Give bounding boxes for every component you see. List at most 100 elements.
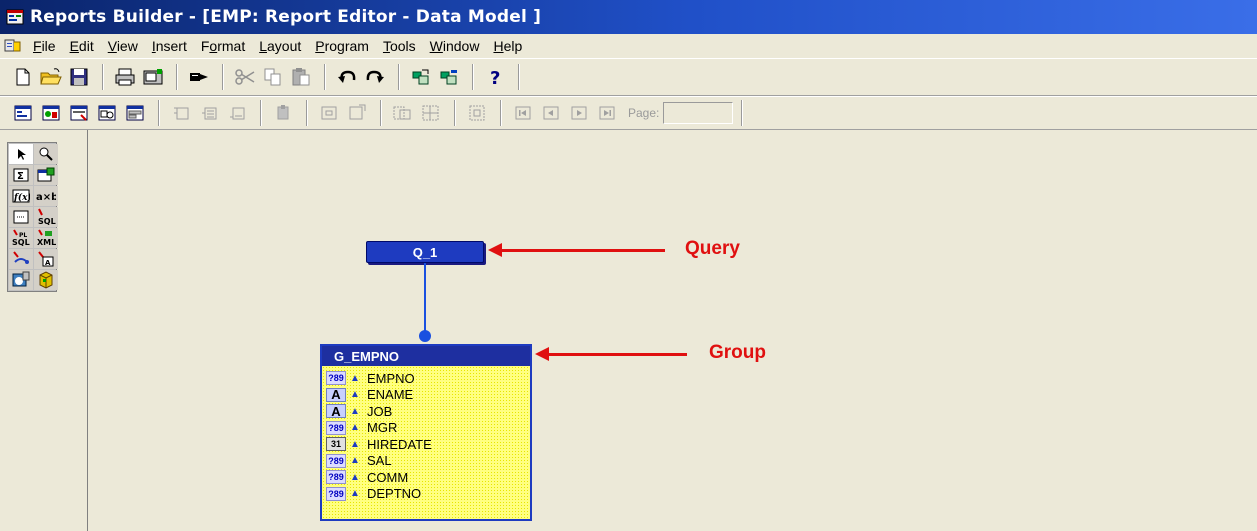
data-source-tool[interactable] <box>9 270 33 290</box>
page-setup-button[interactable] <box>140 64 166 90</box>
column-up-arrow-icon: ▲ <box>350 438 360 450</box>
run-report-button[interactable] <box>186 64 212 90</box>
character-type-icon: A <box>326 387 346 402</box>
query-name: Q_1 <box>412 244 438 260</box>
paper-layout-icon <box>70 105 88 121</box>
page-label: Page: <box>628 106 660 120</box>
undo-button[interactable] <box>334 64 360 90</box>
data-model-button[interactable] <box>38 100 64 126</box>
align-center-button[interactable] <box>196 100 222 126</box>
page-setup-icon <box>143 69 163 85</box>
group-select-button[interactable] <box>464 100 490 126</box>
select-arrow-icon <box>18 149 26 160</box>
insert-grid-button[interactable] <box>418 100 444 126</box>
toolbar-separator <box>454 100 456 126</box>
menu-layout[interactable]: Layout <box>252 38 308 54</box>
menu-tools[interactable]: Tools <box>376 38 423 54</box>
group-column[interactable]: ?89 ▲ EMPNO <box>322 370 530 387</box>
copy-button[interactable] <box>260 64 286 90</box>
cut-button[interactable] <box>232 64 258 90</box>
summary-column-tool[interactable]: Σ <box>9 165 33 185</box>
group-column[interactable]: ?89 ▲ DEPTNO <box>322 486 530 503</box>
magnify-tool[interactable] <box>34 144 58 164</box>
reports-builder-app-icon[interactable] <box>6 8 24 26</box>
printer-icon <box>115 68 135 86</box>
menu-edit[interactable]: Edit <box>63 38 101 54</box>
insert-repeating-frame-button[interactable] <box>344 100 370 126</box>
next-page-button[interactable] <box>566 100 592 126</box>
group-column[interactable]: A ▲ JOB <box>322 403 530 420</box>
query-group-link-anchor[interactable] <box>419 330 431 342</box>
insert-frame-button[interactable] <box>316 100 342 126</box>
toolbar-separator <box>260 100 262 126</box>
redo-icon <box>366 70 384 83</box>
magnify-icon <box>39 147 53 161</box>
menu-format-label: rmat <box>217 38 246 54</box>
insert-field-button[interactable] <box>270 100 296 126</box>
sql-query-tool[interactable]: SQL <box>34 207 58 227</box>
group-header[interactable]: G_EMPNO <box>322 346 530 366</box>
object-navigator-button[interactable] <box>10 100 36 126</box>
database-tool[interactable] <box>34 270 58 290</box>
ref-cursor-tool[interactable]: A <box>34 249 58 269</box>
insert-field-icon <box>277 105 289 120</box>
paper-design-button[interactable] <box>94 100 120 126</box>
new-button[interactable] <box>10 64 36 90</box>
tool-palette: Σ f(x) a×b SQL PL SQL XML A <box>0 130 88 531</box>
save-button[interactable] <box>66 64 92 90</box>
data-link-tool[interactable] <box>9 207 33 227</box>
group-column[interactable]: 31 ▲ HIREDATE <box>322 436 530 453</box>
menu-edit-label: dit <box>78 38 94 54</box>
select-tool[interactable] <box>9 144 33 164</box>
group-column[interactable]: ?89 ▲ COMM <box>322 469 530 486</box>
menu-help[interactable]: Help <box>486 38 529 54</box>
page-number-input[interactable] <box>663 102 734 124</box>
previous-page-button[interactable] <box>538 100 564 126</box>
svg-text:XML: XML <box>37 238 56 247</box>
character-type-icon: A <box>326 404 346 419</box>
menu-insert[interactable]: Insert <box>145 38 194 54</box>
function-tool[interactable]: f(x) <box>9 186 33 206</box>
group-column[interactable]: ?89 ▲ SAL <box>322 453 530 470</box>
data-model-icon <box>42 105 60 121</box>
title-bar[interactable]: Reports Builder - [EMP: Report Editor - … <box>0 0 1257 34</box>
number-type-icon: ?89 <box>326 486 346 501</box>
group-column[interactable]: A ▲ ENAME <box>322 387 530 404</box>
cross-product-tool[interactable] <box>9 249 33 269</box>
column-name: ENAME <box>367 387 414 403</box>
formula-column-tool[interactable] <box>34 165 58 185</box>
help-button[interactable]: ? <box>482 64 508 90</box>
parameter-form-button[interactable] <box>122 100 148 126</box>
compile-button[interactable] <box>408 64 434 90</box>
placeholder-column-tool[interactable]: a×b <box>34 186 58 206</box>
open-button[interactable] <box>38 64 64 90</box>
print-button[interactable] <box>112 64 138 90</box>
query-group-link-line[interactable] <box>424 263 426 333</box>
data-model-canvas[interactable] <box>88 130 1257 531</box>
object-navigator-icon <box>14 105 32 121</box>
paste-button[interactable] <box>288 64 314 90</box>
menu-window[interactable]: Window <box>423 38 487 54</box>
last-page-button[interactable] <box>594 100 620 126</box>
query-object[interactable]: Q_1 <box>366 241 484 263</box>
menu-view[interactable]: View <box>101 38 145 54</box>
menu-format[interactable]: Format <box>194 38 252 54</box>
document-menu-icon[interactable] <box>4 38 22 54</box>
xml-query-tool[interactable]: XML <box>34 228 58 248</box>
first-page-button[interactable] <box>510 100 536 126</box>
plsql-query-tool[interactable]: PL SQL <box>9 228 33 248</box>
summary-column-icon: Σ <box>13 168 29 182</box>
paper-layout-button[interactable] <box>66 100 92 126</box>
insert-matrix-button[interactable] <box>390 100 416 126</box>
compile-all-button[interactable] <box>436 64 462 90</box>
menu-program[interactable]: Program <box>308 38 376 54</box>
align-top-button[interactable] <box>168 100 194 126</box>
redo-button[interactable] <box>362 64 388 90</box>
menu-file-label: ile <box>41 38 56 54</box>
parameter-form-icon <box>126 105 144 121</box>
align-bottom-button[interactable] <box>224 100 250 126</box>
group-column[interactable]: ?89 ▲ MGR <box>322 420 530 437</box>
group-object[interactable]: G_EMPNO ?89 ▲ EMPNO A ▲ ENAME A ▲ JOB ?8… <box>320 344 532 521</box>
menu-file[interactable]: File <box>26 38 63 54</box>
save-disk-icon <box>70 68 88 86</box>
